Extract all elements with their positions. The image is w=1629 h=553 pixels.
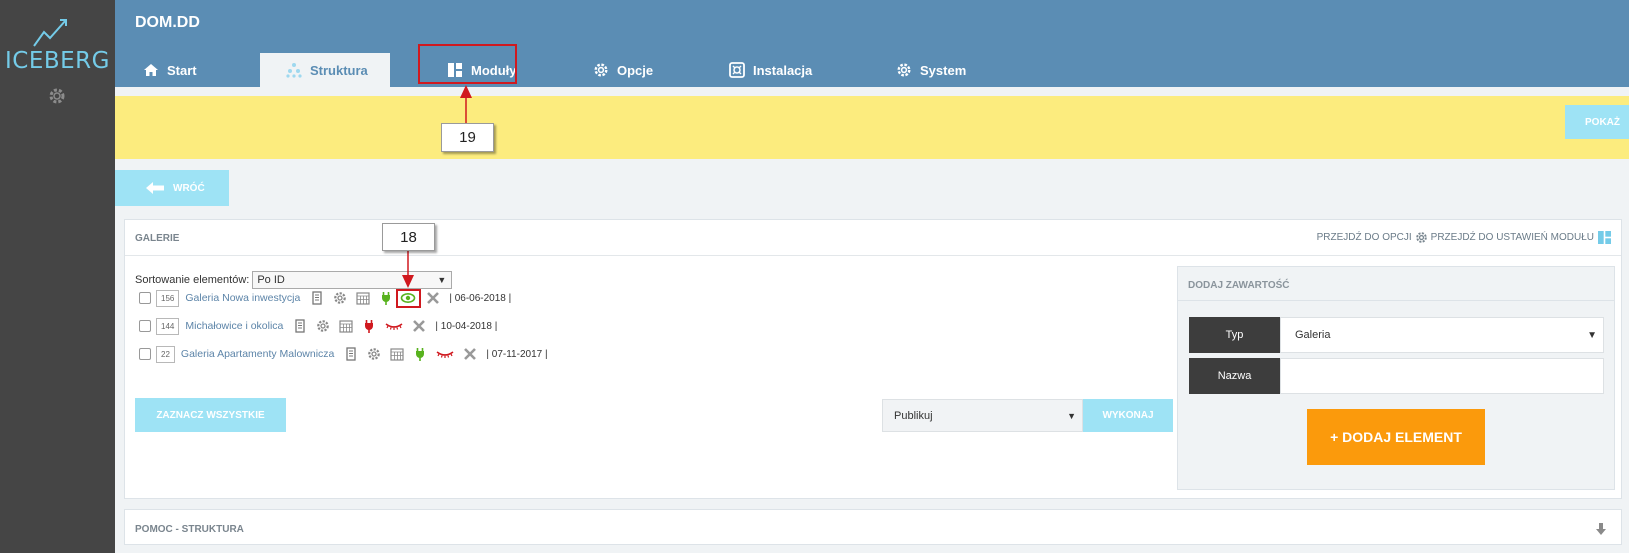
tab-instalacja[interactable]: Instalacja xyxy=(729,53,812,87)
panel-header: GALERIE PRZEJDŹ DO OPCJI PRZEJDŹ DO USTA… xyxy=(125,220,1621,256)
galleries-panel: GALERIE PRZEJDŹ DO OPCJI PRZEJDŹ DO USTA… xyxy=(124,219,1622,499)
go-to-options-link[interactable]: PRZEJDŹ DO OPCJI xyxy=(1317,232,1412,243)
structure-icon xyxy=(286,63,302,78)
item-id: 144 xyxy=(156,317,180,335)
tab-opcje[interactable]: Opcje xyxy=(593,53,653,87)
type-label: Typ xyxy=(1189,317,1280,353)
logo[interactable]: ICEBERG xyxy=(0,48,115,74)
plug-icon[interactable] xyxy=(413,347,427,361)
name-row: Nazwa xyxy=(1189,358,1604,394)
site-title: DOM.DD xyxy=(135,14,200,31)
gear-icon[interactable] xyxy=(333,291,347,305)
list-item: 156 Galeria Nowa inwestycja | 06-06-2018… xyxy=(139,288,511,308)
tab-label: System xyxy=(920,62,967,78)
bulk-action-value: Publikuj xyxy=(894,409,933,422)
notice-bar: POKAŻ xyxy=(115,96,1629,159)
tab-start[interactable]: Start xyxy=(143,53,197,87)
tab-label: Struktura xyxy=(310,62,368,78)
sort-select[interactable]: Po ID ▼ xyxy=(252,271,453,289)
panel-title: GALERIE xyxy=(135,233,180,244)
item-checkbox[interactable] xyxy=(139,292,151,304)
gear-icon xyxy=(1415,232,1427,243)
execute-button[interactable]: WYKONAJ xyxy=(1083,399,1173,432)
plug-icon[interactable] xyxy=(379,291,393,305)
back-button-label: WRÓĆ xyxy=(173,182,205,194)
bulk-action-select[interactable]: Publikuj ▼ xyxy=(882,399,1083,432)
gear-icon[interactable] xyxy=(367,347,381,361)
delete-icon[interactable] xyxy=(426,291,440,305)
tab-label: Opcje xyxy=(617,62,654,78)
item-name[interactable]: Michałowice i okolica xyxy=(185,320,283,332)
caret-down-icon: ▼ xyxy=(1587,329,1597,341)
show-button[interactable]: POKAŻ xyxy=(1565,105,1629,139)
page-icon[interactable] xyxy=(310,291,324,305)
eye-closed-icon[interactable] xyxy=(385,319,403,333)
eye-closed-icon[interactable] xyxy=(436,347,454,361)
install-icon xyxy=(729,62,745,78)
add-content-panel: DODAJ ZAWARTOŚĆ Typ Galeria ▼ Nazwa + DO… xyxy=(1177,266,1615,490)
item-checkbox[interactable] xyxy=(139,320,151,332)
gear-icon xyxy=(594,63,608,77)
help-title: POMOC - STRUKTURA xyxy=(135,524,244,535)
item-id: 156 xyxy=(156,289,180,307)
item-checkbox[interactable] xyxy=(139,348,151,360)
item-date: | 06-06-2018 | xyxy=(449,292,512,304)
item-name[interactable]: Galeria Nowa inwestycja xyxy=(185,292,300,304)
annotation-callout-18: 18 xyxy=(382,223,435,251)
page-icon[interactable] xyxy=(344,347,358,361)
add-content-header: DODAJ ZAWARTOŚĆ xyxy=(1178,267,1614,301)
annotation-highlight-modules-tab xyxy=(418,44,517,84)
arrow-down-icon[interactable] xyxy=(1595,522,1607,536)
modules-icon[interactable] xyxy=(1598,231,1611,244)
gear-icon[interactable] xyxy=(316,319,330,333)
sort-label: Sortowanie elementów: xyxy=(135,274,250,286)
delete-icon[interactable] xyxy=(412,319,426,333)
page-icon[interactable] xyxy=(293,319,307,333)
sort-value: Po ID xyxy=(257,274,285,286)
item-date: | 07-11-2017 | xyxy=(486,348,548,360)
tab-system[interactable]: System xyxy=(896,53,966,87)
panel-links: PRZEJDŹ DO OPCJI PRZEJDŹ DO USTAWIEŃ MOD… xyxy=(1317,231,1611,244)
annotation-highlight-eye-icon xyxy=(396,289,421,308)
caret-down-icon: ▼ xyxy=(1067,410,1076,421)
annotation-callout-19: 19 xyxy=(441,123,494,152)
tab-label: Start xyxy=(167,62,197,78)
caret-down-icon: ▼ xyxy=(437,275,447,285)
gear-icon xyxy=(897,63,911,77)
help-panel[interactable]: POMOC - STRUKTURA xyxy=(124,509,1622,545)
back-button[interactable]: WRÓĆ xyxy=(115,170,229,206)
add-content-title: DODAJ ZAWARTOŚĆ xyxy=(1188,280,1290,291)
gear-icon[interactable] xyxy=(47,86,67,106)
app-root: ICEBERG DOM.DD Start Struktura Moduły Op… xyxy=(0,0,1629,553)
tab-struktura[interactable]: Struktura xyxy=(260,53,390,87)
list-item: 144 Michałowice i okolica | 10-04-2018 | xyxy=(139,316,497,336)
sidebar: ICEBERG xyxy=(0,0,115,553)
top-header: DOM.DD Start Struktura Moduły Opcje Inst… xyxy=(115,0,1629,87)
arrow-left-icon xyxy=(146,182,164,194)
item-date: | 10-04-2018 | xyxy=(435,320,498,332)
plug-icon[interactable] xyxy=(362,319,376,333)
list-item: 22 Galeria Apartamenty Malownicza | 07-1… xyxy=(139,344,548,364)
calendar-icon[interactable] xyxy=(339,319,354,333)
tab-label: Instalacja xyxy=(753,62,813,78)
name-label: Nazwa xyxy=(1189,358,1280,394)
calendar-icon[interactable] xyxy=(356,291,370,305)
select-all-button[interactable]: ZAZNACZ WSZYSTKIE xyxy=(135,398,286,432)
sort-row: Sortowanie elementów: Po ID ▼ xyxy=(135,271,453,289)
type-row: Typ Galeria ▼ xyxy=(1189,317,1604,353)
delete-icon[interactable] xyxy=(463,347,477,361)
go-to-module-settings-link[interactable]: PRZEJDŹ DO USTAWIEŃ MODUŁU xyxy=(1431,232,1594,243)
name-input[interactable] xyxy=(1280,358,1604,394)
type-select[interactable]: Galeria ▼ xyxy=(1280,317,1604,353)
type-value: Galeria xyxy=(1295,329,1331,341)
add-element-button[interactable]: + DODAJ ELEMENT xyxy=(1307,409,1485,465)
home-icon xyxy=(144,64,158,76)
item-id: 22 xyxy=(156,345,175,363)
logo-chart-icon xyxy=(33,19,67,47)
calendar-icon[interactable] xyxy=(390,347,405,361)
item-name[interactable]: Galeria Apartamenty Malownicza xyxy=(181,348,335,360)
